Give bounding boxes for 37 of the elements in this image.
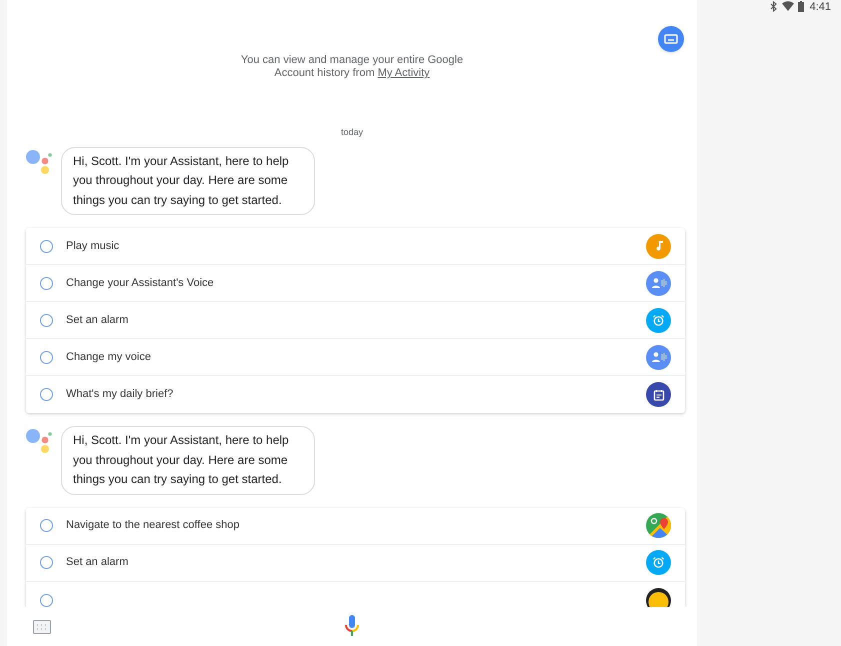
assistant-logo-icon (25, 148, 53, 174)
assistant-logo-icon (25, 428, 53, 454)
alarm-clock-icon (646, 550, 671, 575)
suggestion-item[interactable]: Set an alarm (26, 544, 685, 582)
suggestion-item[interactable]: Play music (26, 228, 685, 265)
calendar-icon (646, 382, 671, 407)
keyboard-button[interactable] (658, 26, 684, 52)
date-label: today (340, 126, 364, 139)
map-pin-icon (646, 513, 671, 538)
suggestion-label: Set an alarm (66, 312, 128, 328)
music-note-icon (646, 234, 671, 258)
suggestion-item[interactable]: What's my daily brief? (26, 376, 685, 413)
suggestion-label: Play music (66, 238, 120, 254)
alarm-clock-icon (646, 308, 671, 332)
game-icon (646, 588, 671, 607)
person-voice-icon (646, 344, 671, 370)
clock-time: 4:41 (810, 1, 831, 14)
suggestion-label: Change my voice (66, 350, 151, 365)
person-voice-icon (646, 270, 671, 296)
suggestion-label: What's my daily brief? (66, 387, 174, 402)
keyboard-icon[interactable] (33, 620, 51, 634)
history-note: You can view and manage your entire Google Account history from My Activity (240, 54, 464, 80)
microphone-icon[interactable] (344, 614, 360, 638)
suggestion-item[interactable]: Change my voice (26, 339, 685, 376)
suggestion-item[interactable]: Set an alarm (26, 302, 685, 339)
keyboard-icon (664, 34, 678, 44)
assistant-message: Hi, Scott. I'm your Assistant, here to help you throughout your day. Here are some things you can try saying to get started. (61, 426, 315, 494)
my-activity-link[interactable]: My Activity (378, 67, 430, 79)
suggestion-label: Change your Assistant's Voice (66, 276, 214, 291)
assistant-message: Hi, Scott. I'm your Assistant, here to help you throughout your day. Here are some things you can try saying to get started. (61, 146, 315, 215)
battery-icon (798, 1, 804, 12)
suggestion-label: Navigate to the nearest coffee shop (66, 518, 240, 534)
suggestion-label: Set an alarm (66, 555, 128, 570)
bluetooth-icon (770, 1, 778, 12)
wifi-icon (782, 1, 794, 11)
suggestion-item[interactable]: Navigate to the nearest coffee shop (26, 508, 685, 544)
suggestion-item[interactable]: Change your Assistant's Voice (26, 265, 685, 302)
